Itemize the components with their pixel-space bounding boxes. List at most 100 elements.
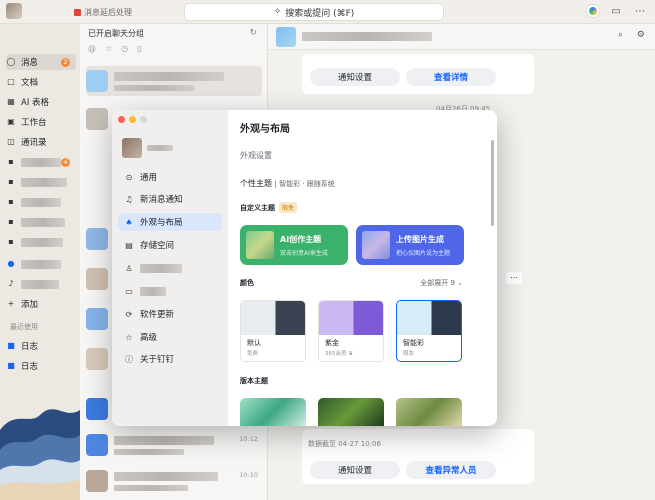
menu-label: 通用: [140, 173, 158, 183]
title-bar: 消息延后处理 ✧ 搜索或提问 (⌘F) ▭ ⋯: [0, 0, 655, 24]
wave-background: [0, 409, 80, 500]
nav-item-app-1[interactable]: ▪ 4: [6, 154, 76, 170]
scrollbar[interactable]: [491, 140, 494, 226]
user-name: [147, 145, 173, 151]
zoom-icon[interactable]: [140, 116, 147, 123]
nav-item-app-7[interactable]: ♪: [6, 276, 76, 292]
menu-item-about[interactable]: ⓘ 关于钉钉: [118, 350, 222, 368]
ai-theme-card[interactable]: AI创作主题 双击创意AI来生成: [240, 225, 348, 265]
notify-settings-button[interactable]: 通知设置: [310, 461, 400, 479]
menu-item-id[interactable]: ▭: [118, 282, 222, 300]
notify-settings-button[interactable]: 通知设置: [310, 68, 400, 86]
upload-theme-card[interactable]: 上传图片生成 把心仪图片设为主题: [356, 225, 464, 265]
close-icon[interactable]: [118, 116, 125, 123]
workbench-icon: ▣: [7, 117, 15, 126]
recent-item-log[interactable]: ■ 日志: [6, 338, 76, 354]
nav-item-workbench[interactable]: ▣ 工作台: [6, 114, 76, 130]
recent-item-log[interactable]: ■ 日志: [6, 358, 76, 374]
app-icon: ●: [7, 259, 15, 268]
version-theme-1[interactable]: [240, 398, 306, 426]
app-icon: ▪: [8, 217, 14, 226]
blurred-label: [140, 286, 166, 296]
chat-header: ⌕ ⚙: [268, 24, 655, 50]
view-abnormal-button[interactable]: 查看异常人员: [406, 461, 496, 479]
info-icon: ⓘ: [125, 354, 133, 364]
avatar: [276, 27, 296, 47]
swatch-smart-color[interactable]: 智能彩 限免: [396, 300, 462, 362]
list-item[interactable]: 10:12: [86, 430, 262, 460]
swatch-default[interactable]: 默认 免费: [240, 300, 306, 362]
left-nav: ◯ 消息 2 ▢ 文档 ▦ AI 表格 ▣ 工作台 ◫ 通讯录 ▪ 4 ▪ ▪ …: [0, 24, 80, 500]
nav-item-app-5[interactable]: ▪: [6, 234, 76, 250]
blurred-label: [21, 217, 65, 227]
nav-item-app-6[interactable]: ●: [6, 256, 76, 272]
ai-theme-thumb: [246, 231, 274, 259]
swatch-preview: [397, 301, 461, 335]
nav-item-app-3[interactable]: ▪: [6, 194, 76, 210]
clock-icon[interactable]: ◷: [121, 44, 128, 53]
settings-content: 外观与布局 外观设置 个性主题 | 智能彩 · 跟随系统 自定义主题 限免 AI…: [228, 110, 497, 426]
more-icon[interactable]: ⋯: [506, 272, 522, 284]
minimize-icon[interactable]: [129, 116, 136, 123]
list-item[interactable]: [86, 66, 262, 96]
nav-item-messages[interactable]: ◯ 消息 2: [6, 54, 76, 70]
more-icon[interactable]: ⋯: [633, 4, 647, 18]
nav-item-app-4[interactable]: ▪: [6, 214, 76, 230]
list-item[interactable]: 10:10: [86, 466, 262, 496]
search-history-icon[interactable]: ⌕: [618, 30, 623, 40]
nav-item-docs[interactable]: ▢ 文档: [6, 74, 76, 90]
ai-card-subtitle: 双击创意AI来生成: [280, 250, 328, 257]
menu-item-advanced[interactable]: ☆ 高级: [118, 328, 222, 346]
log-icon: ■: [7, 361, 15, 370]
nav-item-ai-table[interactable]: ▦ AI 表格: [6, 94, 76, 110]
menu-item-update[interactable]: ⟳ 软件更新: [118, 305, 222, 323]
monitor-icon[interactable]: ▭: [609, 4, 623, 18]
recent-label: 日志: [21, 362, 39, 372]
account-avatar[interactable]: [6, 3, 22, 19]
settings-dialog: ⊙ 通用 ♫ 新消息通知 ♠ 外观与布局 ▤ 存储空间 ♙ ▭ ⟳ 软件更新 ☆: [112, 110, 497, 426]
view-details-button[interactable]: 查看详情: [406, 68, 496, 86]
menu-item-storage[interactable]: ▤ 存储空间: [118, 236, 222, 254]
search-label: 搜索或提问 (⌘F): [285, 8, 355, 19]
general-icon: ⊙: [125, 172, 133, 182]
version-theme-3[interactable]: [396, 398, 462, 426]
menu-item-account[interactable]: ♙: [118, 259, 222, 277]
swatch-name: 紫金: [325, 339, 339, 347]
avatar: [86, 308, 108, 330]
chat-time: 10:12: [239, 435, 258, 443]
swatch-preview: [319, 301, 383, 335]
avatar: [86, 434, 108, 456]
swatch-purple-gold[interactable]: 紫金 365会员 ♛: [318, 300, 384, 362]
chat-title: [302, 32, 432, 41]
app-icon: ▪: [8, 197, 14, 206]
add-button[interactable]: + 添加: [6, 296, 76, 312]
swatch-name: 智能彩: [403, 339, 424, 347]
nav-item-app-2[interactable]: ▪: [6, 174, 76, 190]
page-title: 外观与布局: [240, 124, 290, 135]
mic-icon: ♪: [8, 279, 14, 288]
gear-icon[interactable]: ⚙: [637, 30, 645, 40]
assistant-orb-icon[interactable]: [587, 5, 599, 17]
avatar: [86, 268, 108, 290]
expand-all-button[interactable]: 全部展开 9 ⌄: [420, 278, 463, 288]
search-box[interactable]: ✧ 搜索或提问 (⌘F): [184, 3, 444, 21]
refresh-icon[interactable]: ↻: [249, 28, 257, 38]
avatar: [122, 138, 142, 158]
log-icon: ■: [7, 341, 15, 350]
menu-label: 外观与布局: [140, 218, 183, 228]
avatar: [86, 70, 108, 92]
menu-item-general[interactable]: ⊙ 通用: [118, 168, 222, 186]
app-icon: ▪: [8, 177, 14, 186]
star-icon[interactable]: ☆: [105, 44, 112, 53]
menu-item-appearance[interactable]: ♠ 外观与布局: [118, 213, 222, 231]
menu-item-notifications[interactable]: ♫ 新消息通知: [118, 190, 222, 208]
theme-setting[interactable]: 个性主题 | 智能彩 · 跟随系统: [240, 178, 335, 189]
add-label: 添加: [21, 300, 39, 310]
nav-item-contacts[interactable]: ◫ 通讯录: [6, 134, 76, 150]
version-theme-2[interactable]: [318, 398, 384, 426]
at-icon[interactable]: @: [88, 44, 96, 53]
file-icon[interactable]: ▯: [137, 44, 141, 53]
nav-label: 文档: [21, 78, 39, 88]
pending-messages[interactable]: 消息延后处理: [74, 7, 132, 18]
settings-user[interactable]: [122, 138, 173, 158]
